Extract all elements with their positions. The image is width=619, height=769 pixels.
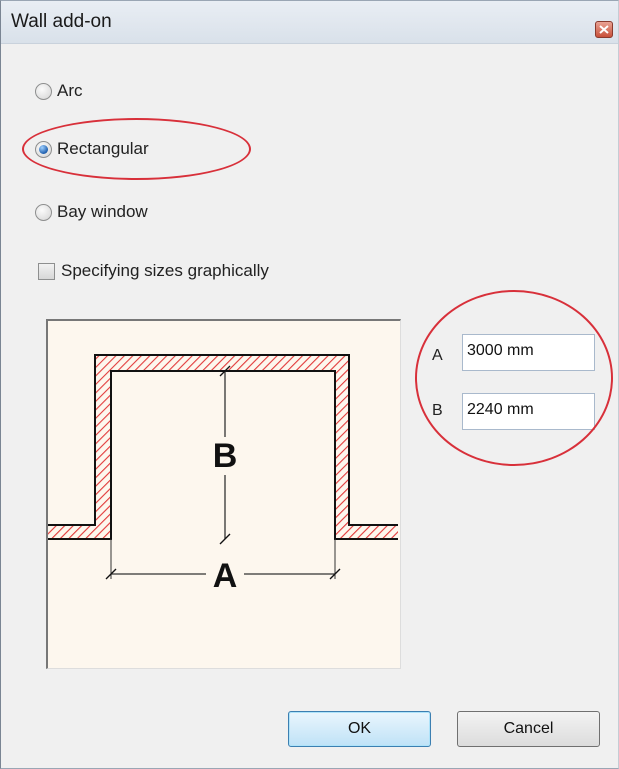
cancel-button[interactable]: Cancel [457,711,600,747]
close-button[interactable] [595,21,613,38]
option-bay-window[interactable]: Bay window [35,202,148,222]
arc-label: Arc [57,81,83,100]
rectangular-radio[interactable] [35,140,52,158]
close-icon [599,25,609,34]
dialog-title: Wall add-on [11,11,112,32]
wall-addon-drawing: B A [48,354,398,595]
title-bar: Wall add-on [1,1,618,44]
dimension-a-label: A [432,347,443,364]
arc-radio[interactable] [35,82,52,100]
ok-button[interactable]: OK [288,711,431,747]
diagram-label-a: A [213,557,238,595]
dimension-b-input[interactable]: 2240 mm [462,393,595,430]
wall-addon-dialog: Wall add-on Arc Rectangular Bay window S… [0,0,619,769]
bay-window-label: Bay window [57,202,148,221]
option-rectangular[interactable]: Rectangular [35,139,149,159]
option-arc[interactable]: Arc [35,81,83,101]
diagram-label-b: B [213,437,238,475]
highlight-ring-dimensions [415,290,613,466]
dimension-b-label: B [432,402,443,419]
dimension-a-input[interactable]: 3000 mm [462,334,595,371]
bay-window-radio[interactable] [35,203,52,221]
graphic-sizes-label: Specifying sizes graphically [61,261,269,280]
graphic-sizes-option[interactable]: Specifying sizes graphically [38,261,269,281]
graphic-sizes-checkbox[interactable] [38,262,55,280]
wall-diagram: B A [46,319,401,669]
rectangular-label: Rectangular [57,139,149,158]
